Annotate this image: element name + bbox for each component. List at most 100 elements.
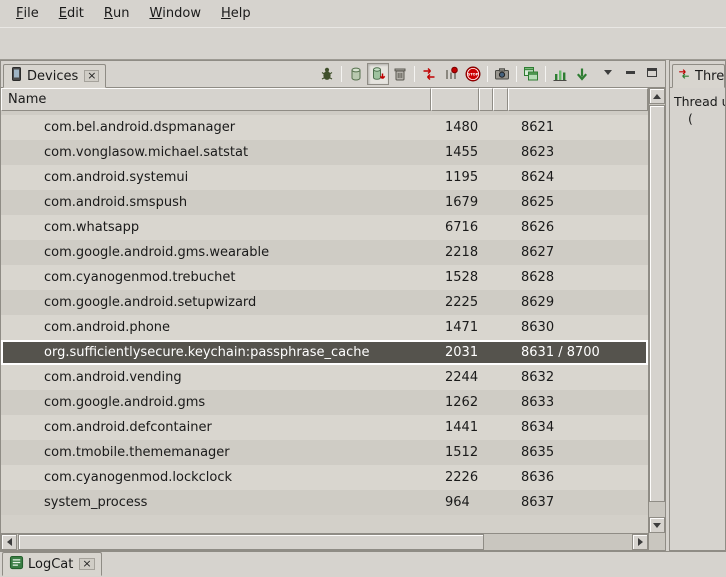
horizontal-scrollbar[interactable] [1,533,648,550]
threads-message-line: ( [688,110,723,127]
chevron-down-icon [604,70,612,75]
debug-process-button[interactable] [316,63,338,85]
table-row[interactable]: org.sufficientlysecure.keychain:passphra… [1,340,648,365]
scroll-up-button[interactable] [649,88,665,104]
port-cell: 8626 [508,220,648,235]
table-row[interactable]: com.whatsapp67168626 [1,215,648,240]
table-row[interactable]: com.tmobile.thememanager15128635 [1,440,648,465]
logcat-tab-close-button[interactable]: × [79,558,94,570]
update-threads-icon [421,66,437,82]
dump-hprof-button[interactable] [367,63,389,85]
pid-cell: 1195 [431,170,479,185]
update-heap-button[interactable] [345,63,367,85]
threads-content: Thread up ( [670,88,725,127]
table-row[interactable]: com.google.android.setupwizard222508629 [1,290,648,315]
maximize-icon [647,68,657,77]
start-method-profiling-icon [443,66,459,82]
table-row[interactable]: com.android.defcontainer144118634 [1,415,648,440]
table-row[interactable]: com.cyanogenmod.trebuchet15288628 [1,265,648,290]
logcat-icon [9,555,24,574]
view-menu-button[interactable] [601,65,615,79]
menu-edit[interactable]: Edit [49,0,94,27]
minimize-button[interactable] [623,65,637,79]
table-row[interactable]: com.android.systemui11958624 [1,165,648,190]
arrow-right-icon [638,538,643,546]
table-row[interactable]: com.android.smspush16798625 [1,190,648,215]
column-header-a[interactable] [479,88,493,111]
process-name-cell: com.cyanogenmod.trebuchet [1,270,431,285]
menu-window[interactable]: Window [139,0,211,27]
column-header-name[interactable]: Name [1,88,431,111]
table-row[interactable]: com.vonglasow.michael.satstat145538623 [1,140,648,165]
update-threads-button[interactable] [418,63,440,85]
table-row[interactable]: com.android.phone14718630 [1,315,648,340]
port-cell: 8625 [508,195,648,210]
port-cell: 8632 [508,370,648,385]
devices-table: Name com.bel.android.dspmanager14808621c… [1,88,665,550]
down-arrow-button[interactable] [571,63,593,85]
table-row[interactable]: com.google.android.gms126238633 [1,390,648,415]
tab-devices[interactable]: Devices × [3,64,106,88]
column-header-b[interactable] [493,88,508,111]
bar-chart-button[interactable] [549,63,571,85]
column-header-pid[interactable] [431,88,479,111]
stop-process-button[interactable]: STOP [462,63,484,85]
main-area: Devices × STOP Name [0,60,726,551]
maximize-button[interactable] [645,65,659,79]
pid-cell: 1471 [431,320,479,335]
devices-toolbar: STOP [316,63,595,85]
pid-cell: 22265 [431,470,479,485]
toolbar-separator [414,66,415,82]
menu-run[interactable]: Run [94,0,140,27]
main-toolbar-strip [0,27,726,60]
scroll-down-button[interactable] [649,517,665,533]
devices-table-rows: com.bel.android.dspmanager14808621com.vo… [1,115,648,533]
cause-gc-button[interactable] [389,63,411,85]
update-heap-icon [348,66,364,82]
process-name-cell: com.android.vending [1,370,431,385]
arrow-up-icon [653,94,661,99]
pid-cell: 1512 [431,445,479,460]
process-name-cell: com.whatsapp [1,220,431,235]
arrow-left-icon [7,538,12,546]
menu-file[interactable]: File [6,0,49,27]
scroll-left-button[interactable] [1,534,17,550]
devices-tab-close-button[interactable]: × [84,70,99,82]
horizontal-scrollbar-thumb[interactable] [18,534,484,550]
port-cell: 8631 / 8700 [508,345,648,360]
table-row[interactable]: com.cyanogenmod.lockclock222658636 [1,465,648,490]
process-name-cell: com.android.systemui [1,170,431,185]
pid-cell: 22440 [431,370,479,385]
pid-cell: 1528 [431,270,479,285]
tab-threads[interactable]: Threads [672,64,725,88]
port-cell: 8630 [508,320,648,335]
arrow-down-icon [653,523,661,528]
stop-process-icon: STOP [465,66,481,82]
toolbar-separator [545,66,546,82]
port-cell: 8637 [508,495,648,510]
table-row[interactable]: com.google.android.gms.wearable221858627 [1,240,648,265]
process-name-cell: com.cyanogenmod.lockclock [1,470,431,485]
process-name-cell: com.google.android.gms [1,395,431,410]
scroll-right-button[interactable] [632,534,648,550]
start-method-profiling-button[interactable] [440,63,462,85]
vertical-scrollbar-thumb[interactable] [649,105,665,502]
dump-hprof-icon [370,66,386,82]
menu-help[interactable]: Help [211,0,261,27]
vertical-scrollbar[interactable] [648,88,665,550]
table-row[interactable]: com.bel.android.dspmanager14808621 [1,115,648,140]
threads-view-header: Threads [670,61,725,88]
tab-logcat[interactable]: LogCat × [2,552,102,576]
table-row[interactable]: system_process9648637 [1,490,648,515]
minimize-icon [626,71,635,74]
column-header-port[interactable] [508,88,648,111]
logcat-view-bar: LogCat × [0,551,726,577]
process-name-cell: org.sufficientlysecure.keychain:passphra… [1,345,431,360]
threads-icon [677,67,691,85]
cascade-windows-button[interactable] [520,63,542,85]
screen-capture-icon [494,66,510,82]
pid-cell: 1679 [431,195,479,210]
screen-capture-button[interactable] [491,63,513,85]
scrollbar-corner [649,533,665,550]
table-row[interactable]: com.android.vending22440 8632 [1,365,648,390]
